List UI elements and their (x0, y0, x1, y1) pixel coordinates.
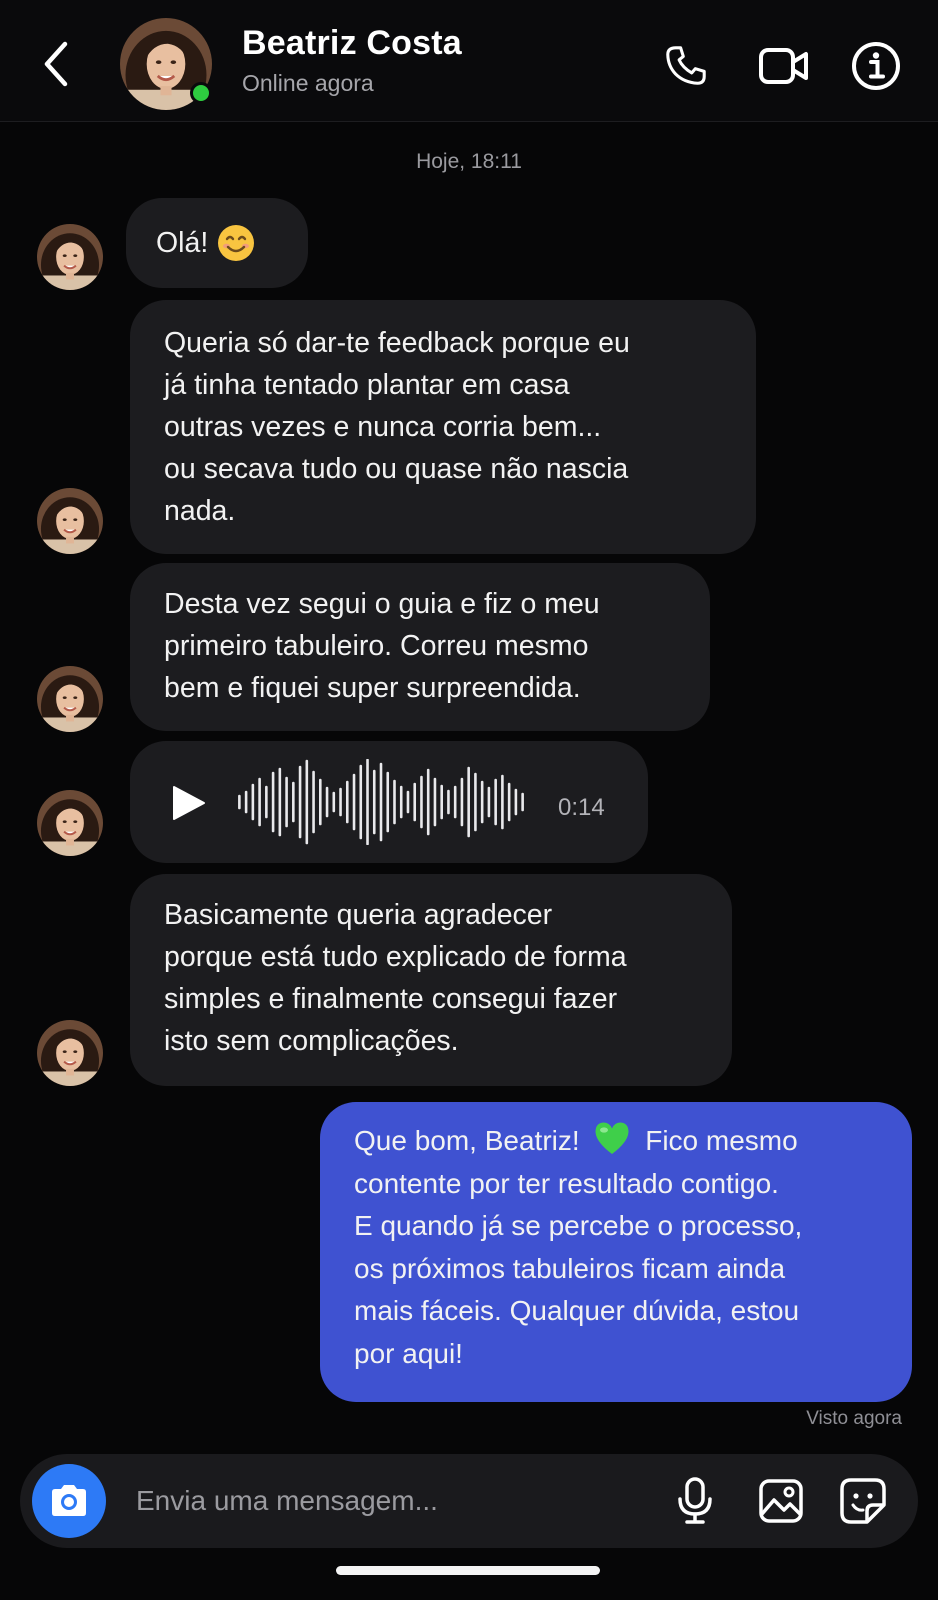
voice-duration: 0:14 (558, 794, 605, 821)
home-indicator[interactable] (336, 1566, 600, 1575)
play-icon[interactable] (168, 783, 208, 823)
sticker-button[interactable] (838, 1476, 888, 1526)
gallery-button[interactable] (756, 1476, 806, 1526)
message-text: Desta vez segui o guia e fiz o meu prime… (164, 588, 600, 704)
contact-status: Online agora (242, 70, 374, 96)
microphone-icon (678, 1477, 712, 1524)
chat-header: Beatriz Costa Online agora (0, 0, 938, 122)
voice-call-button[interactable] (660, 40, 712, 92)
contact-avatar-small (37, 224, 103, 290)
message-text: Queria só dar-te feedback porque eu já t… (164, 327, 630, 527)
voice-waveform[interactable] (236, 759, 526, 845)
chat-date-label: Hoje, 18:11 (416, 150, 522, 173)
sticker-icon (840, 1478, 886, 1524)
chat-screen: Beatriz Costa Online agora Hoje, 18:11 O… (0, 0, 938, 1600)
message-text: Olá! (156, 227, 209, 259)
seen-receipt: Visto agora (806, 1408, 902, 1429)
message-bubble-incoming[interactable]: Queria só dar-te feedback porque eu já t… (130, 300, 756, 554)
camera-icon (52, 1485, 86, 1516)
message-bubble-incoming[interactable]: Basicamente queria agradecer porque está… (130, 874, 732, 1086)
back-button[interactable] (34, 36, 78, 92)
image-icon (759, 1479, 803, 1523)
green-heart-emoji-icon (595, 1122, 629, 1154)
message-bubble-incoming[interactable]: Olá! (126, 198, 308, 288)
message-text: Basicamente queria agradecer porque está… (164, 899, 627, 1057)
contact-avatar-small (37, 666, 103, 732)
voice-message-bubble[interactable]: 0:14 (130, 741, 648, 863)
info-icon (852, 42, 900, 90)
back-icon (44, 41, 68, 87)
message-composer (20, 1454, 918, 1548)
message-text: contente por ter resultado contigo. E qu… (354, 1167, 803, 1369)
video-icon (759, 48, 808, 84)
message-text: Que bom, Beatriz! (354, 1125, 580, 1156)
contact-name[interactable]: Beatriz Costa (242, 24, 462, 63)
voice-record-button[interactable] (670, 1476, 720, 1526)
contact-avatar-small (37, 488, 103, 554)
message-input[interactable] (136, 1478, 656, 1524)
message-bubble-incoming[interactable]: Desta vez segui o guia e fiz o meu prime… (130, 563, 710, 731)
message-text: Fico mesmo (645, 1125, 798, 1156)
message-bubble-outgoing[interactable]: Que bom, Beatriz! Fico mesmo contente po… (320, 1102, 912, 1402)
camera-button[interactable] (32, 1464, 106, 1538)
contact-avatar-small (37, 1020, 103, 1086)
video-call-button[interactable] (758, 40, 810, 92)
info-button[interactable] (850, 40, 902, 92)
smiling-face-emoji-icon (218, 225, 255, 261)
online-indicator (190, 82, 212, 104)
contact-avatar-small (37, 790, 103, 856)
phone-icon (666, 46, 706, 85)
